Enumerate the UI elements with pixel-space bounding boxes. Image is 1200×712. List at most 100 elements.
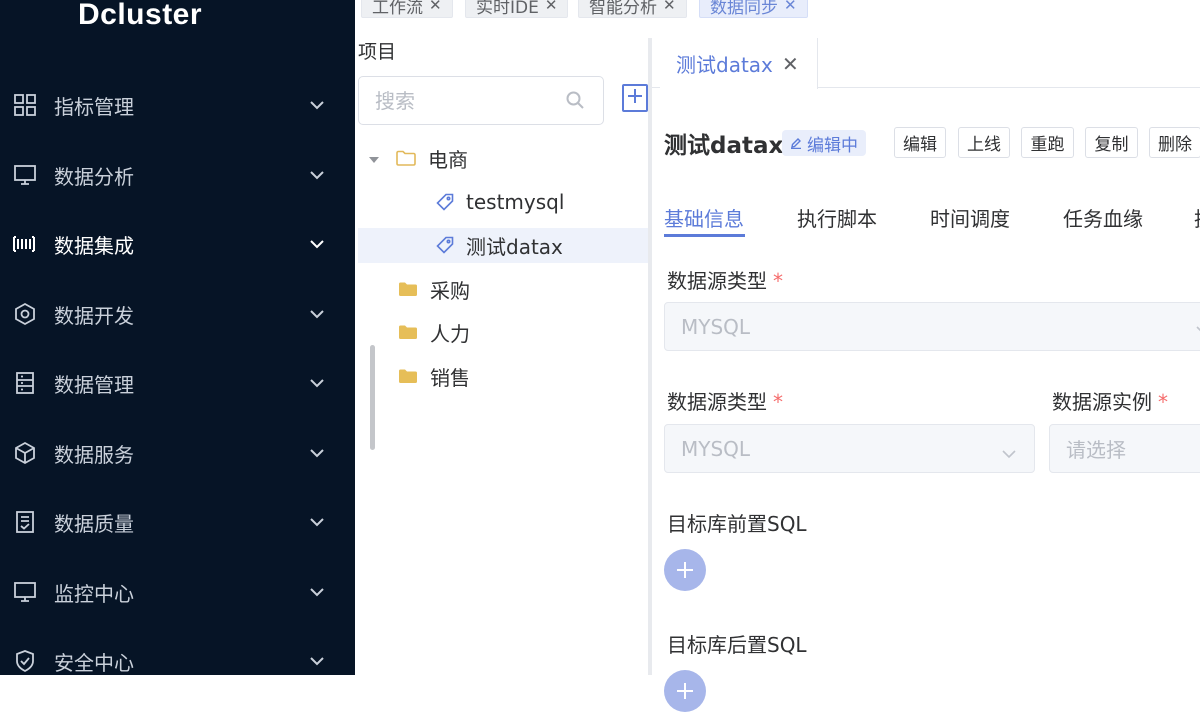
delete-button[interactable]: 删除 bbox=[1149, 127, 1200, 158]
tab-lineage[interactable]: 任务血缘 bbox=[1063, 203, 1143, 232]
sidebar-item-label: 数据分析 bbox=[54, 164, 134, 189]
sidebar-item-label: 指标管理 bbox=[54, 94, 134, 119]
tree-node-label: 采购 bbox=[430, 278, 470, 303]
field-label-text: 数据源类型 bbox=[667, 390, 767, 414]
search-icon[interactable] bbox=[565, 90, 587, 112]
folder-icon bbox=[398, 281, 418, 297]
folder-icon bbox=[398, 368, 418, 384]
sidebar-item-security[interactable]: 安全中心 bbox=[0, 635, 355, 687]
edit-pencil-icon bbox=[790, 137, 802, 149]
chevron-down-icon bbox=[306, 442, 328, 464]
search-input[interactable] bbox=[359, 77, 559, 124]
publish-button[interactable]: 上线 bbox=[958, 127, 1010, 158]
sidebar-item-label: 监控中心 bbox=[54, 581, 134, 606]
select-value: MYSQL bbox=[681, 314, 751, 339]
tab-schedule[interactable]: 时间调度 bbox=[930, 203, 1010, 232]
tree-node-procurement[interactable]: 采购 bbox=[398, 272, 470, 306]
tree-node-label: 测试datax bbox=[466, 234, 563, 259]
sidebar-item-metrics[interactable]: 指标管理 bbox=[0, 79, 355, 131]
tree-search-box[interactable] bbox=[358, 76, 604, 125]
add-pre-sql-button[interactable] bbox=[664, 549, 706, 591]
monitor-icon bbox=[12, 162, 38, 188]
source-type-select[interactable]: MYSQL bbox=[664, 302, 1200, 351]
chevron-down-icon bbox=[306, 303, 328, 325]
close-icon[interactable]: ✕ bbox=[784, 0, 797, 14]
document-check-icon bbox=[12, 509, 38, 535]
plus-icon bbox=[627, 88, 643, 108]
copy-button[interactable]: 复制 bbox=[1085, 127, 1138, 158]
folder-open-icon bbox=[396, 150, 416, 166]
top-tab-workflow[interactable]: 工作流 ✕ bbox=[361, 0, 453, 18]
tag-icon bbox=[436, 193, 454, 211]
top-tab-data-sync[interactable]: 数据同步 ✕ bbox=[699, 0, 808, 18]
close-icon[interactable]: ✕ bbox=[663, 0, 676, 14]
sidebar-item-data-development[interactable]: 数据开发 bbox=[0, 288, 355, 340]
sidebar-item-data-management[interactable]: 数据管理 bbox=[0, 357, 355, 409]
plus-icon bbox=[675, 681, 695, 701]
field-label-text: 数据源类型 bbox=[667, 269, 767, 293]
tree-node-test-datax[interactable]: 测试datax bbox=[436, 228, 563, 262]
status-badge: 编辑中 bbox=[782, 130, 866, 156]
chevron-down-icon bbox=[306, 164, 328, 186]
sidebar: Dcluster 指标管理 数据分析 数据集成 数据开发 数据管理 数据服务 数… bbox=[0, 0, 355, 675]
grid-icon bbox=[12, 92, 38, 118]
project-header: 项目 bbox=[358, 41, 397, 63]
tab-basic-info[interactable]: 基础信息 bbox=[664, 203, 744, 232]
folder-icon bbox=[398, 324, 418, 340]
chevron-down-icon bbox=[1195, 316, 1200, 338]
tree-scrollbar[interactable] bbox=[370, 345, 375, 450]
cube-gear-icon bbox=[12, 301, 38, 327]
plus-icon bbox=[675, 560, 695, 580]
source-instance-select[interactable]: 请选择 bbox=[1049, 424, 1200, 473]
close-icon[interactable]: ✕ bbox=[545, 0, 558, 14]
sidebar-item-monitoring[interactable]: 监控中心 bbox=[0, 566, 355, 618]
tree-node-sales[interactable]: 销售 bbox=[398, 359, 470, 393]
top-tab-label: 数据同步 bbox=[710, 0, 778, 18]
select-value: MYSQL bbox=[681, 436, 751, 461]
sidebar-item-data-integration[interactable]: 数据集成 bbox=[0, 218, 355, 270]
tree-node-label: 人力 bbox=[430, 321, 470, 346]
post-sql-label: 目标库后置SQL bbox=[667, 633, 807, 657]
add-post-sql-button[interactable] bbox=[664, 670, 706, 712]
target-source-type-select[interactable]: MYSQL bbox=[664, 424, 1035, 473]
target-source-type-label: 数据源类型 * bbox=[667, 386, 783, 415]
tree-node-testmysql[interactable]: testmysql bbox=[436, 185, 564, 219]
sidebar-item-label: 安全中心 bbox=[54, 650, 134, 675]
required-mark: * bbox=[773, 390, 783, 414]
pre-sql-label: 目标库前置SQL bbox=[667, 512, 807, 536]
sidebar-item-data-service[interactable]: 数据服务 bbox=[0, 427, 355, 479]
close-icon[interactable]: ✕ bbox=[782, 52, 799, 76]
app-logo: Dcluster bbox=[78, 0, 203, 31]
top-tab-label: 实时IDE bbox=[476, 0, 539, 18]
sidebar-item-label: 数据质量 bbox=[54, 511, 134, 536]
sidebar-item-label: 数据服务 bbox=[54, 442, 134, 467]
close-icon[interactable]: ✕ bbox=[429, 0, 442, 14]
editor-tab-test-datax[interactable]: 测试datax ✕ bbox=[660, 38, 818, 89]
rerun-button[interactable]: 重跑 bbox=[1021, 127, 1074, 158]
tab-script[interactable]: 执行脚本 bbox=[797, 203, 877, 232]
chevron-down-icon bbox=[306, 511, 328, 533]
chevron-down-icon bbox=[306, 581, 328, 603]
tag-icon bbox=[436, 236, 454, 254]
monitor-icon bbox=[12, 579, 38, 605]
chevron-down-icon bbox=[306, 233, 328, 255]
top-tab-smart-analysis[interactable]: 智能分析 ✕ bbox=[578, 0, 687, 18]
sidebar-item-data-analysis[interactable]: 数据分析 bbox=[0, 149, 355, 201]
top-tab-label: 工作流 bbox=[372, 0, 423, 18]
caret-down-icon[interactable] bbox=[368, 146, 382, 170]
chevron-down-icon bbox=[1001, 440, 1023, 462]
sidebar-item-label: 数据管理 bbox=[54, 372, 134, 397]
sidebar-item-label: 数据开发 bbox=[54, 303, 134, 328]
add-project-button[interactable] bbox=[622, 84, 648, 112]
sidebar-item-data-quality[interactable]: 数据质量 bbox=[0, 496, 355, 548]
edit-button[interactable]: 编辑 bbox=[894, 127, 946, 158]
tree-node-label: testmysql bbox=[466, 190, 565, 214]
source-type-label: 数据源类型 * bbox=[667, 265, 783, 294]
tab-more[interactable]: 执 bbox=[1194, 203, 1200, 232]
select-placeholder: 请选择 bbox=[1066, 438, 1126, 462]
task-title: 测试datax bbox=[664, 133, 784, 159]
tree-node-hr[interactable]: 人力 bbox=[398, 315, 470, 349]
tree-node-ecommerce[interactable]: 电商 bbox=[368, 141, 468, 175]
chevron-down-icon bbox=[306, 372, 328, 394]
top-tab-realtime-ide[interactable]: 实时IDE ✕ bbox=[465, 0, 569, 18]
